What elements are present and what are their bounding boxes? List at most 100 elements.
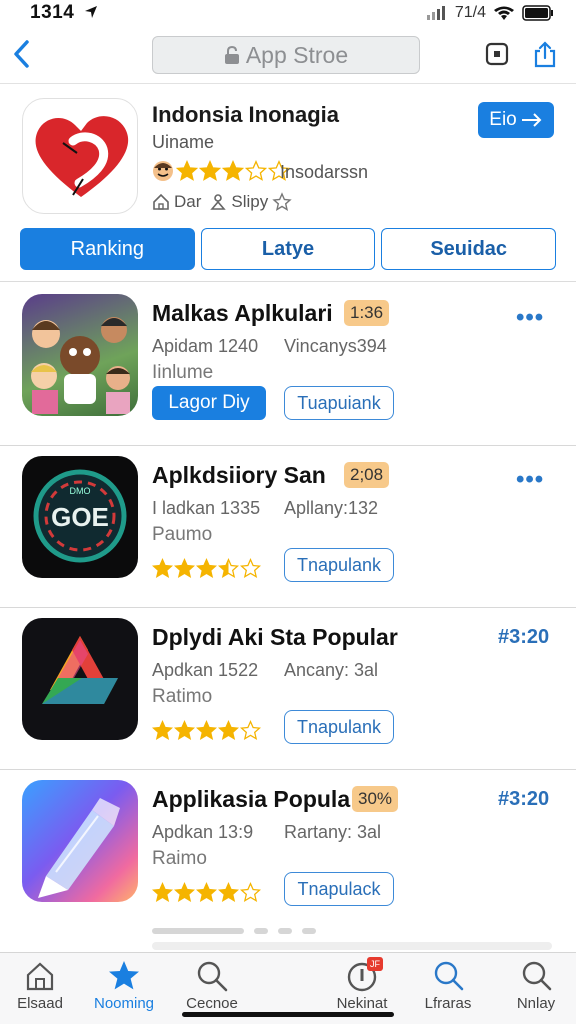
wifi-icon xyxy=(494,6,514,20)
list-item[interactable]: GOE DMO Aplkdsiiory San 2;08 ••• I ladka… xyxy=(0,446,576,608)
star-icon xyxy=(218,558,239,578)
tab-notifications[interactable]: JF Nekinat xyxy=(322,957,402,1019)
item-meta-left: Apdkan 13:9 xyxy=(152,822,254,842)
item-meta-left: Apdkan 1522 xyxy=(152,660,259,680)
status-bar: 1314 71/4 xyxy=(0,0,576,28)
star-icon xyxy=(174,558,195,578)
favorite-star-icon[interactable] xyxy=(272,192,292,212)
lock-icon xyxy=(224,46,239,64)
svg-text:GOE: GOE xyxy=(51,502,109,532)
battery-icon xyxy=(522,5,553,21)
share-icon[interactable] xyxy=(531,40,559,68)
item-title: Aplkdsiiory San xyxy=(152,462,326,488)
app-header: Indonsia Inonagia Uiname Insodarssn Dar … xyxy=(0,86,576,282)
tab-label: Cecnoe xyxy=(186,995,238,1012)
install-button[interactable]: Tnapulack xyxy=(284,872,394,906)
search-icon xyxy=(434,961,464,991)
price-badge: 1:36 xyxy=(344,300,390,326)
rating-label: Insodarssn xyxy=(280,162,369,182)
back-chevron-icon[interactable] xyxy=(10,38,34,70)
item-meta-right: Vincanys394 xyxy=(284,336,387,356)
segmented-control: Ranking Latye Seuidac xyxy=(20,228,557,270)
tab-play[interactable]: Nnlay xyxy=(496,959,576,1019)
get-button[interactable]: Eio xyxy=(478,102,554,138)
tab-label: Nnlay xyxy=(516,995,556,1012)
more-options-icon[interactable]: ••• xyxy=(516,304,544,332)
list-item[interactable]: Malkas Aplkulari 1:36 ••• Apidam 1240 Vi… xyxy=(0,284,576,446)
tab-latest[interactable]: Latye xyxy=(200,228,376,270)
notification-badge: JF xyxy=(367,957,383,971)
item-subtitle: Ratimo xyxy=(152,686,213,707)
search-icon xyxy=(522,961,552,991)
get-button-label: Eio xyxy=(489,109,517,130)
triangle-logo-icon xyxy=(42,636,118,704)
star-icon xyxy=(176,160,198,181)
cartoon-characters-icon xyxy=(31,317,130,414)
price-badge: 2;08 xyxy=(344,462,390,488)
tab-featured[interactable]: Nooming xyxy=(84,959,164,1019)
search-icon xyxy=(197,961,228,992)
install-button[interactable]: Tnapulank xyxy=(284,710,394,744)
tab-categories[interactable]: Cecnoe xyxy=(172,959,252,1019)
item-subtitle: Iinlume xyxy=(152,362,214,383)
item-meta-right: Ancany: 3al xyxy=(284,660,379,680)
navigation-bar: App Stroe xyxy=(0,28,576,84)
tab-search[interactable]: Seuidac xyxy=(381,228,557,270)
app-thumbnail-gradient xyxy=(22,780,138,902)
tab-label: Nooming xyxy=(93,995,155,1012)
star-icon xyxy=(109,961,139,990)
avatar-icon xyxy=(153,161,173,181)
discount-badge: 30% xyxy=(352,786,399,812)
item-subtitle: Raimo xyxy=(152,848,207,869)
star-icon xyxy=(218,882,239,902)
tab-ranking[interactable]: Ranking xyxy=(20,228,195,270)
tab-label: Nekinat xyxy=(336,995,388,1012)
star-icon xyxy=(240,882,261,902)
home-icon xyxy=(153,193,169,210)
rank-label: #3:20 xyxy=(498,788,550,810)
item-subtitle: Paumo xyxy=(152,524,213,545)
star-icon xyxy=(196,558,217,578)
svg-text:DMO: DMO xyxy=(70,486,91,496)
star-icon xyxy=(152,558,173,578)
tab-home[interactable]: Elsaad xyxy=(0,959,80,1019)
tab-library[interactable]: Lfraras xyxy=(408,959,488,1019)
app-star-rating xyxy=(176,160,290,182)
app-developer[interactable]: Uiname xyxy=(152,132,214,153)
item-meta-right: Apllany:132 xyxy=(284,498,379,518)
horizontal-scrollbar[interactable] xyxy=(152,942,552,950)
star-icon xyxy=(222,160,244,181)
heart-logo-icon xyxy=(35,116,129,197)
page-indicator-dot xyxy=(302,928,316,934)
person-icon xyxy=(210,194,227,210)
star-icon xyxy=(152,882,173,902)
page-indicator xyxy=(152,928,316,934)
item-title: Malkas Aplkulari xyxy=(152,300,333,326)
app-icon[interactable] xyxy=(22,98,138,214)
star-icon xyxy=(196,882,217,902)
tab-label: Elsaad xyxy=(17,995,63,1012)
address-bar[interactable]: App Stroe xyxy=(152,36,420,74)
page-indicator-dot xyxy=(254,928,268,934)
install-button[interactable]: Tuapuiank xyxy=(284,386,394,420)
install-button[interactable]: Tnapulank xyxy=(284,548,394,582)
more-options-icon[interactable]: ••• xyxy=(516,466,544,494)
app-thumbnail-circle: GOE DMO xyxy=(22,456,138,578)
info-icon: JF xyxy=(345,957,383,993)
tab-label: Lfraras xyxy=(424,995,472,1012)
meta-left-label: Dar xyxy=(174,192,202,211)
item-title: Dplydi Aki Sta Popular xyxy=(152,624,398,650)
tabs-icon[interactable] xyxy=(483,40,511,68)
primary-action-button[interactable]: Lagor Diy xyxy=(152,386,266,420)
item-meta-right: Rartany: 3al xyxy=(284,822,382,842)
app-thumbnail-triangle xyxy=(22,618,138,740)
home-indicator xyxy=(182,1012,394,1017)
item-star-rating xyxy=(152,882,261,903)
page-indicator-bar xyxy=(152,928,244,934)
list-item[interactable]: Dplydi Aki Sta Popular #3:20 Apdkan 1522… xyxy=(0,608,576,770)
star-icon xyxy=(240,720,261,740)
app-title: Indonsia Inonagia xyxy=(152,102,340,127)
page-indicator-dot xyxy=(278,928,292,934)
status-time: 1314 xyxy=(30,2,75,23)
item-meta-left: I ladkan 1335 xyxy=(152,498,261,518)
